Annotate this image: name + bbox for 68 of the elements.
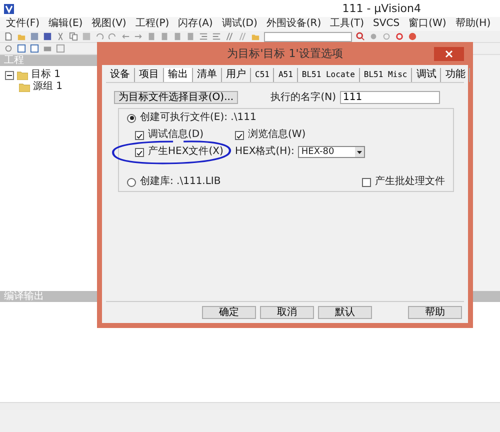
tab[interactable]: C51 xyxy=(251,68,274,82)
checkbox[interactable] xyxy=(135,130,144,140)
cut-icon[interactable] xyxy=(56,32,65,41)
menu-item[interactable]: 视图(V) xyxy=(92,18,126,30)
dialog-button[interactable]: 确定 xyxy=(202,306,256,319)
name-field[interactable]: 111 xyxy=(340,91,440,104)
breakpoint-icon[interactable] xyxy=(395,32,404,41)
checkbox[interactable] xyxy=(235,130,244,140)
back-icon[interactable] xyxy=(121,32,130,41)
app-icon xyxy=(4,4,14,14)
indent-icon[interactable] xyxy=(199,32,208,41)
dialog-title: 为目标'目标 1'设置选项 xyxy=(227,46,343,60)
dialog-button[interactable]: 默认 xyxy=(318,306,372,319)
dialog-button[interactable]: 帮助 xyxy=(408,306,462,319)
option-label: 浏览信息(W) xyxy=(248,129,306,141)
menu-item[interactable]: 文件(F) xyxy=(6,18,40,30)
close-icon xyxy=(445,50,453,58)
find-icon[interactable] xyxy=(356,32,365,41)
tab[interactable]: BL51 Locate xyxy=(298,68,360,82)
tree-item[interactable]: 目标 1 xyxy=(31,69,61,81)
folder-icon xyxy=(17,70,28,80)
tab[interactable]: BL51 Misc xyxy=(360,68,412,82)
menu-item[interactable]: 闪存(A) xyxy=(178,18,213,30)
select-folder-button[interactable]: 为目标文件选择目录(O)... xyxy=(114,91,238,104)
menu-item[interactable]: 外围设备(R) xyxy=(266,18,322,30)
name-label: 执行的名字(N) xyxy=(270,92,336,104)
option-label: 产生批处理文件 xyxy=(375,176,445,188)
option-label: 调试信息(D) xyxy=(148,129,204,141)
menu-item[interactable]: 工具(T) xyxy=(330,18,364,30)
hex-format-dropdown[interactable]: HEX-80 xyxy=(298,146,366,158)
close-button[interactable] xyxy=(434,47,464,61)
menu-item[interactable]: 编辑(E) xyxy=(48,18,83,30)
unindent-icon[interactable] xyxy=(212,32,221,41)
comment-icon[interactable] xyxy=(225,32,234,41)
menu-item[interactable]: 调试(D) xyxy=(222,18,258,30)
options-icon[interactable] xyxy=(56,44,65,53)
menu-item[interactable]: 帮助(H) xyxy=(455,18,491,30)
undo-icon[interactable] xyxy=(95,32,104,41)
tab[interactable]: 设备 xyxy=(106,68,135,82)
option-label: 创建库: .\111.LIB xyxy=(140,176,221,188)
menu-item[interactable]: 工程(P) xyxy=(135,18,170,30)
collapse-icon[interactable] xyxy=(5,70,14,80)
checkbox[interactable] xyxy=(135,148,144,156)
option-label: 产生HEX文件(X) xyxy=(148,146,224,158)
folder-icon xyxy=(19,82,30,92)
window-title: 111 - μVision4 xyxy=(342,2,421,16)
checkbox[interactable] xyxy=(362,178,371,186)
tree-item[interactable]: 源组 1 xyxy=(33,81,63,93)
search-combo-field[interactable] xyxy=(264,32,352,42)
tab[interactable]: 清单 xyxy=(193,68,222,82)
menu-item[interactable]: SVCS xyxy=(373,18,400,30)
tab[interactable]: 功能 xyxy=(441,68,470,82)
radio-button[interactable] xyxy=(127,178,136,186)
uncomment-icon[interactable] xyxy=(238,32,247,41)
hex-format-label: HEX格式(H): xyxy=(235,146,294,158)
forward-icon[interactable] xyxy=(134,32,143,41)
option-label: 创建可执行文件(E): .\111 xyxy=(140,112,256,124)
radio-button[interactable] xyxy=(127,114,136,122)
tab[interactable]: 用户 xyxy=(222,68,251,82)
menu-item[interactable]: 窗口(W) xyxy=(408,18,446,30)
redo-icon[interactable] xyxy=(108,32,117,41)
copy-icon[interactable] xyxy=(69,32,78,41)
tab[interactable]: 输出 xyxy=(164,68,193,82)
tab[interactable]: A51 xyxy=(274,68,298,82)
dot-icon[interactable] xyxy=(369,32,378,41)
dialog-button[interactable]: 取消 xyxy=(260,306,314,319)
tab[interactable]: 调试 xyxy=(412,68,442,82)
circle-icon[interactable] xyxy=(382,32,391,41)
